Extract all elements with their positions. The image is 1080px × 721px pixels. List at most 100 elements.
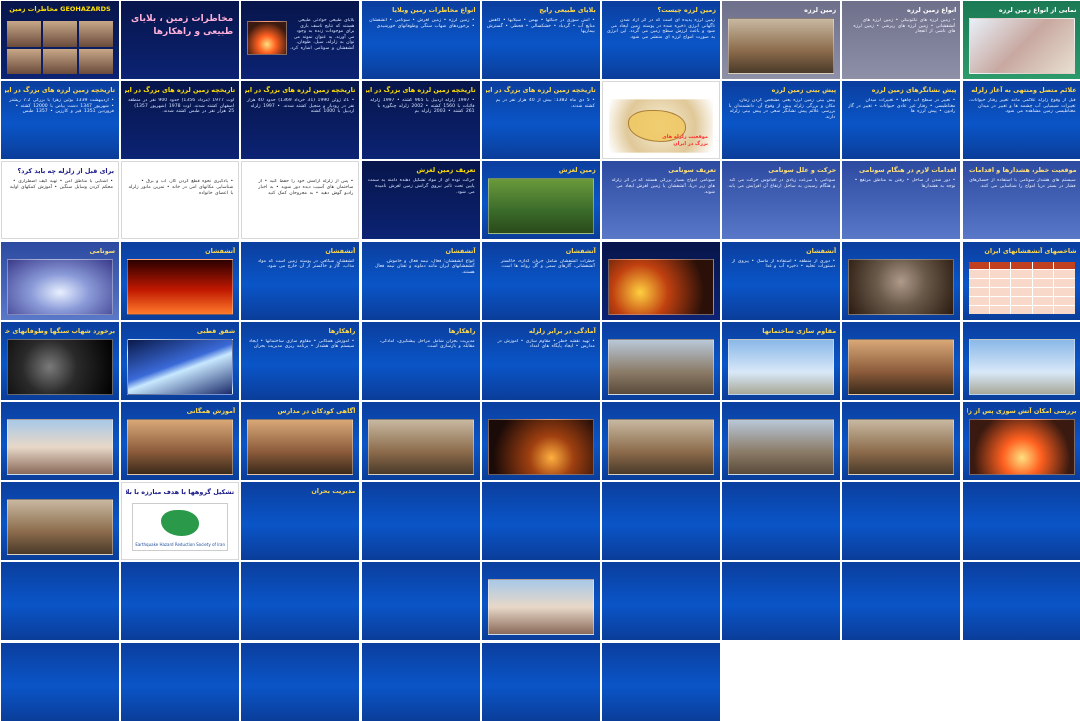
slide-thumbnail-9[interactable]: نمایی از انواع زمین لرزه: [962, 1, 1080, 79]
slide-thumbnail-51[interactable]: [602, 402, 720, 480]
slide-thumbnail-16[interactable]: پیش بینی زمین لرزه پیش بینی زمین لرزه یعن…: [722, 81, 841, 160]
slide-thumbnail-56[interactable]: تشکیل گروهها با هدف مبارزه با بلایا Earth…: [121, 482, 240, 561]
slide-thumbnail-13[interactable]: تاریخچه زمین لرزه های بزرگ در ایران • 199…: [361, 81, 480, 160]
slide-thumbnail-20[interactable]: • یادگیری نحوه قطع کردن گاز، آب و برق • …: [121, 161, 240, 240]
slide-thumbnail-29[interactable]: آتشفشان: [121, 241, 240, 320]
slide-thumbnail-73[interactable]: [1, 642, 119, 721]
slide-body-text: قبل از وقوع زلزله علائمی مانند تغییر رفت…: [969, 98, 1076, 115]
slide-thumbnail-72[interactable]: [962, 562, 1080, 641]
slide-thumbnail-5[interactable]: بلایای طبیعی رایج • آتش سوزی در جنگلها • …: [481, 1, 600, 79]
slide-title: تاریخچه زمین لرزه های بزرگ در ایران: [245, 86, 356, 95]
slide-thumbnail-41[interactable]: آمادگی در برابر زلزله • تهیه نقشه خطر • م…: [481, 321, 600, 400]
slide-thumbnail-26[interactable]: اقدامات لازم در هنگام سونامی • دور شدن از…: [842, 161, 961, 240]
slide-thumbnail-64[interactable]: [1, 562, 119, 641]
slide-thumbnail-50[interactable]: [481, 402, 600, 480]
meteor-image: [7, 338, 113, 395]
slide-thumbnail-30[interactable]: آتشفشان آتشفشان شکافی در پوسته زمین است ک…: [241, 241, 360, 320]
slide-thumbnail-19[interactable]: برای قبل از زلزله چه باید کرد؟ • آشنایی ب…: [1, 161, 119, 240]
slide-thumbnail-58[interactable]: [361, 482, 480, 561]
slide-thumbnail-11[interactable]: تاریخچه زمین لرزه های بزرگ در ایران اوت 1…: [121, 81, 240, 160]
slide-title: آتشفشان: [565, 246, 596, 255]
slide-thumbnail-21[interactable]: • پس از زلزله آرامش خود را حفظ کنید • از…: [241, 161, 360, 240]
slide-thumbnail-2[interactable]: مخاطرات زمین ، بلایای طبیعی و راهکارها: [121, 1, 240, 79]
slide-thumbnail-49[interactable]: [361, 402, 480, 480]
slide-thumbnail-44[interactable]: [842, 321, 961, 400]
slide-thumbnail-67[interactable]: [361, 562, 480, 641]
city-image: [608, 338, 714, 395]
slide-thumbnail-27[interactable]: موقعیت خطر، هشدارها و اقدامات سیستم های ه…: [962, 161, 1080, 240]
slide-thumbnail-36[interactable]: شاخصهای آتشفشانهای ایران: [962, 241, 1080, 320]
rubble2-image: [7, 499, 113, 556]
slide-thumbnail-37[interactable]: برخورد شهاب سنگها وطوفانهای خورشیدی: [1, 321, 119, 400]
slide-thumbnail-43[interactable]: مقاوم سازی ساختمانها: [722, 321, 841, 400]
map-caption-line-1: موقعیت زلزله های: [662, 134, 708, 141]
slide-thumbnail-62[interactable]: [842, 482, 961, 561]
slide-thumbnail-4[interactable]: انواع مخاطرات زمین وبلایا • زمین لرزه • ز…: [361, 1, 480, 79]
slide-thumbnail-8[interactable]: انواع زمین لرزه • زمین لرزه های تکتونیکی …: [842, 1, 961, 79]
slide-title: مخاطرات زمین GEOHAZARDS: [9, 5, 111, 13]
slide-thumbnail-22[interactable]: تعریف زمین لغزش حرکت توده ای از مواد تشکی…: [361, 161, 480, 240]
slide-thumbnail-77[interactable]: [481, 642, 600, 721]
slide-thumbnail-57[interactable]: مدیریت بحران: [241, 482, 360, 561]
slide-thumbnail-63[interactable]: [962, 482, 1080, 561]
slide-thumbnail-12[interactable]: تاریخچه زمین لرزه های بزرگ در ایران • 21 …: [241, 81, 360, 160]
slide-thumbnail-60[interactable]: [602, 482, 720, 561]
slide-thumbnail-6[interactable]: زمین لرزه چیست؟ زمین لرزه پدیده ای است که…: [602, 1, 720, 79]
slide-thumbnail-69[interactable]: [602, 562, 720, 641]
slide-thumbnail-61[interactable]: [722, 482, 841, 561]
slide-thumbnail-40[interactable]: راهکارها مدیریت بحران شامل مراحل پیشگیری،…: [361, 321, 480, 400]
slide-thumbnail-70[interactable]: [722, 562, 841, 641]
slide-title: زمین لغزش: [558, 166, 596, 175]
slide-thumbnail-14[interactable]: تاریخچه زمین لرزه های بزرگ در ایران • 5 د…: [481, 81, 600, 160]
slide-thumbnail-31[interactable]: آتشفشان انواع آتشفشان: فعال، نیمه فعال و …: [361, 241, 480, 320]
slide-title: تاریخچه زمین لرزه های بزرگ در ایران: [365, 86, 476, 95]
slide-thumbnail-54[interactable]: بررسی امکان آتش سوزی پس از زلزله: [962, 402, 1080, 480]
slide-thumbnail-65[interactable]: [121, 562, 240, 641]
slide-thumbnail-52[interactable]: [722, 402, 841, 480]
slide-thumbnail-10[interactable]: تاریخچه زمین لرزه های بزرگ در ایران • ارد…: [1, 81, 119, 160]
slide-thumbnail-42[interactable]: [602, 321, 720, 400]
slide-title: زمین لرزه چیست؟: [657, 6, 716, 14]
slide-thumbnail-35[interactable]: [842, 241, 961, 320]
slide-thumbnail-34[interactable]: آتشفشان • دوری از منطقه • استفاده از ماسک…: [722, 241, 841, 320]
slide-thumbnail-78[interactable]: [602, 642, 720, 721]
slide-thumbnail-46[interactable]: [1, 402, 119, 480]
slide-body-text: • دوری از منطقه • استفاده از ماسک • پیرو…: [731, 258, 836, 270]
slide-thumbnail-66[interactable]: [241, 562, 360, 641]
slide-title: موقعیت خطر، هشدارها و اقدامات: [968, 166, 1077, 175]
slide-thumbnail-33[interactable]: [602, 241, 720, 320]
slide-thumbnail-18[interactable]: علائم متصل ومنتهی به آغاز زلزله قبل از وق…: [962, 81, 1080, 160]
slide-thumbnail-59[interactable]: [481, 482, 600, 561]
slide-thumbnail-55[interactable]: [1, 482, 119, 561]
slide-thumbnail-75[interactable]: [241, 642, 360, 721]
slide-body-text: سیستم های هشدار سونامی با استفاده از حسگ…: [969, 178, 1076, 189]
slide-title: تاریخچه زمین لرزه های بزرگ در ایران: [485, 86, 596, 95]
slide-thumbnail-53[interactable]: [842, 402, 961, 480]
nightfire-image: [487, 419, 594, 475]
slide-title: آگاهی کودکان در مدارس: [277, 407, 356, 415]
slide-thumbnail-24[interactable]: تعریف سونامی سونامی امواج بسیار بزرگی هست…: [602, 161, 720, 240]
slide-title: مقاوم سازی ساختمانها: [762, 326, 837, 335]
slide-title: برای قبل از زلزله چه باید کرد؟: [17, 167, 114, 176]
slide-thumbnail-17[interactable]: پیش نشانگرهای زمین لرزه • تغییر در سطح آب…: [842, 81, 961, 160]
slide-thumbnail-74[interactable]: [121, 642, 240, 721]
slide-thumbnail-7[interactable]: زمین لرزه: [722, 1, 841, 79]
slide-thumbnail-48[interactable]: آگاهی کودکان در مدارس: [241, 402, 360, 480]
slide-thumbnail-25[interactable]: حرکت و علل سونامی سونامی با سرعت زیادی در…: [722, 161, 841, 240]
slide-thumbnail-15[interactable]: موقعیت زلزله های بزرگ در ایران: [602, 81, 720, 160]
slide-thumbnail-32[interactable]: آتشفشان خطرات آتشفشان شامل جریان گدازه، خ…: [481, 241, 600, 320]
slide-thumbnail-38[interactable]: شفق قطبی: [121, 321, 240, 400]
slide-thumbnail-3[interactable]: بلایای طبیعی حوادثی طبیعی هستند که نتایج…: [241, 1, 360, 79]
slide-thumbnail-28[interactable]: سونامی: [1, 241, 119, 320]
slide-thumbnail-47[interactable]: آموزش همگانی: [121, 402, 240, 480]
slide-body-text: • 5 دی ماه 1382: بیش از 40 هزار نفر در ب…: [495, 98, 595, 109]
slide-thumbnail-76[interactable]: [361, 642, 480, 721]
slide-thumbnail-68[interactable]: [481, 562, 600, 641]
slide-thumbnail-39[interactable]: راهکارها • آموزش همگانی • مقاوم سازی ساخت…: [241, 321, 360, 400]
slide-body-text: اوت 1977 (مرداد 1356) حدود 900 نفر در من…: [128, 98, 235, 115]
slide-thumbnail-23[interactable]: زمین لغزش: [481, 161, 600, 240]
slide-title: نمایی از انواع زمین لرزه: [998, 6, 1077, 14]
slide-thumbnail-71[interactable]: [842, 562, 961, 641]
slide-thumbnail-45[interactable]: [962, 321, 1080, 400]
slide-thumbnail-1[interactable]: مخاطرات زمین GEOHAZARDS: [1, 1, 119, 79]
